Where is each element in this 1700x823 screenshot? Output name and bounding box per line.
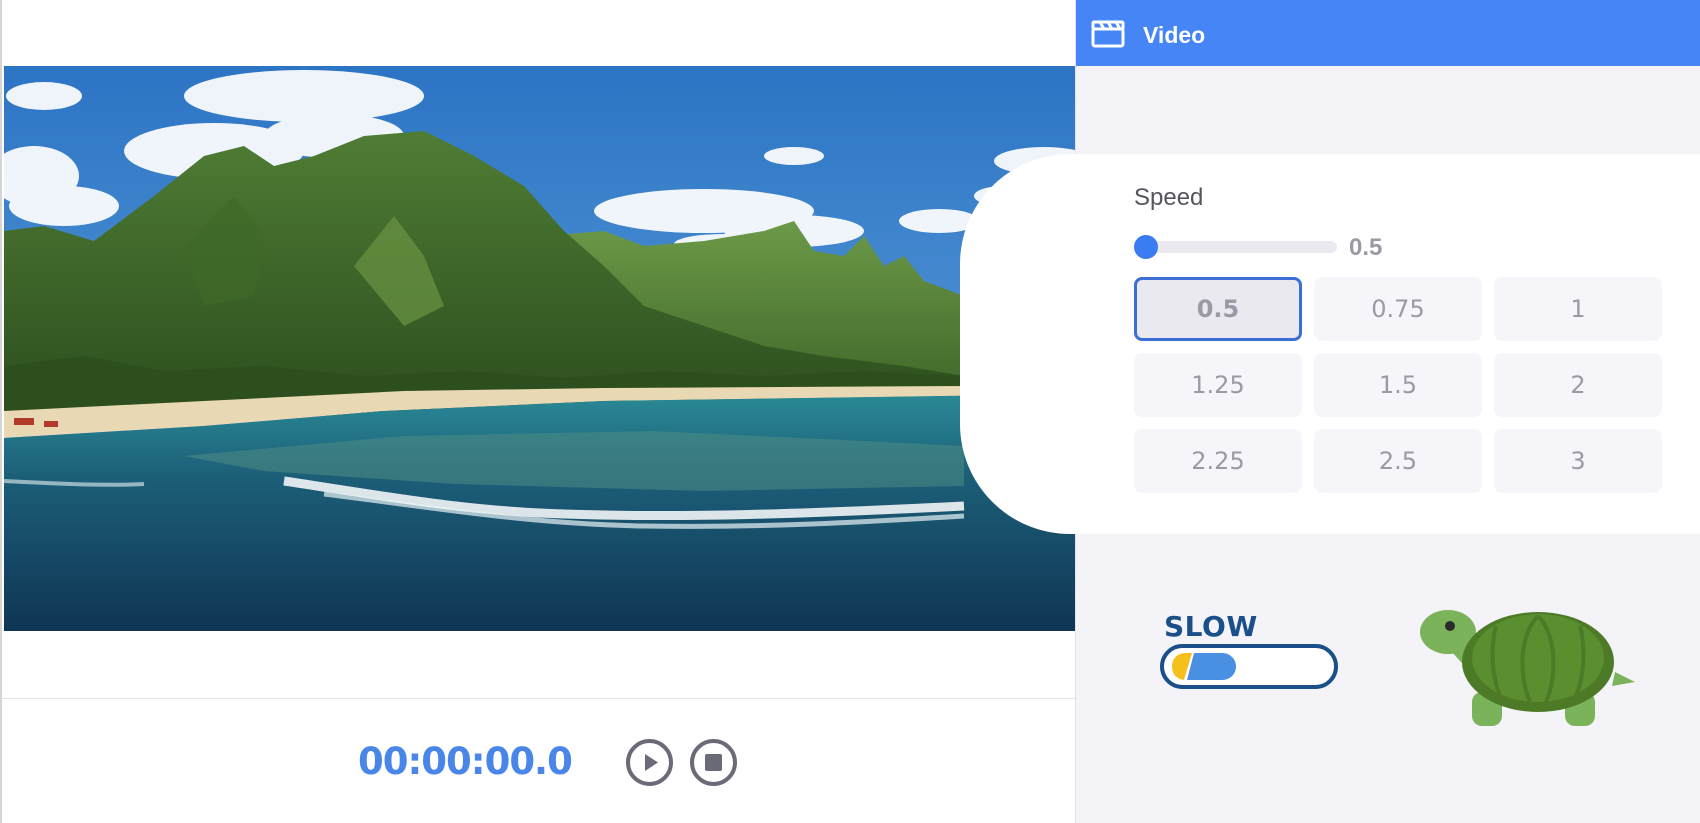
clapperboard-icon bbox=[1091, 20, 1125, 48]
app-window: 00:00:00.0 Video Speed 0.5 0.5 0.75 1 1.… bbox=[0, 0, 1700, 823]
speed-option-3[interactable]: 3 bbox=[1494, 429, 1662, 493]
speed-slider-thumb[interactable] bbox=[1134, 235, 1158, 259]
play-icon bbox=[645, 754, 658, 771]
video-scene-image bbox=[4, 66, 1077, 631]
speed-gauge-icon bbox=[1160, 644, 1338, 689]
speed-option-2-5[interactable]: 2.5 bbox=[1314, 429, 1482, 493]
speed-option-2-25[interactable]: 2.25 bbox=[1134, 429, 1302, 493]
speed-slider[interactable] bbox=[1134, 235, 1337, 259]
panel-title: Video bbox=[1143, 22, 1206, 48]
speed-option-1-5[interactable]: 1.5 bbox=[1314, 353, 1482, 417]
stop-button[interactable] bbox=[690, 739, 737, 786]
panel-header: Video bbox=[1076, 0, 1700, 66]
turtle-icon bbox=[1420, 610, 1635, 726]
speed-options-grid: 0.5 0.75 1 1.25 1.5 2 2.25 2.5 3 bbox=[1134, 277, 1664, 493]
stop-icon bbox=[705, 754, 722, 771]
speed-indicator-label: SLOW bbox=[1164, 610, 1258, 643]
speed-option-0-75[interactable]: 0.75 bbox=[1314, 277, 1482, 341]
controls-divider bbox=[2, 698, 1077, 699]
speed-slider-value: 0.5 bbox=[1349, 234, 1383, 261]
speed-option-2[interactable]: 2 bbox=[1494, 353, 1662, 417]
speed-option-1-25[interactable]: 1.25 bbox=[1134, 353, 1302, 417]
video-area: 00:00:00.0 bbox=[0, 0, 1077, 823]
timecode-display: 00:00:00.0 bbox=[358, 740, 573, 783]
speed-label: Speed bbox=[1134, 184, 1204, 211]
speed-option-1[interactable]: 1 bbox=[1494, 277, 1662, 341]
speed-option-0-5[interactable]: 0.5 bbox=[1134, 277, 1302, 341]
video-frame[interactable] bbox=[4, 66, 1077, 631]
play-button[interactable] bbox=[626, 739, 673, 786]
